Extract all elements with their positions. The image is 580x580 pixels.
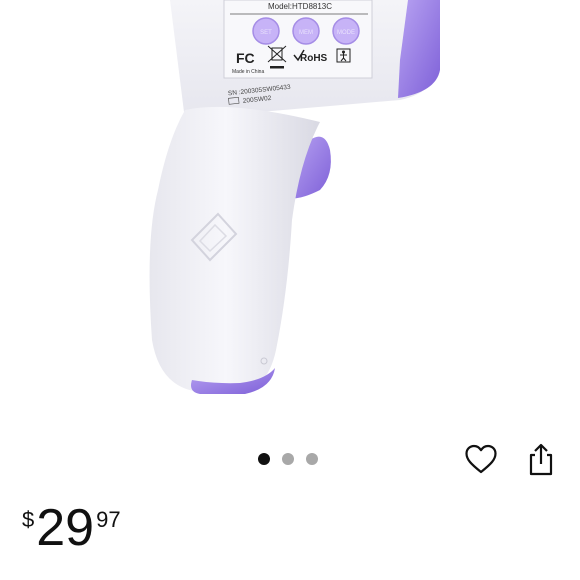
carousel-dot[interactable] bbox=[282, 453, 294, 465]
price: $ 29 97 bbox=[22, 502, 121, 554]
price-whole: 29 bbox=[36, 499, 95, 557]
model-label: Model:HTD8813C bbox=[268, 2, 332, 11]
carousel-dot[interactable] bbox=[306, 453, 318, 465]
share-button[interactable] bbox=[523, 441, 559, 477]
button-label-mem: MEM bbox=[299, 30, 313, 36]
share-icon bbox=[529, 443, 553, 476]
price-fraction: 97 bbox=[96, 507, 121, 532]
made-in-label: Made in China bbox=[232, 69, 264, 75]
fc-mark: FC bbox=[236, 50, 255, 66]
button-label-set: SET bbox=[260, 30, 272, 36]
product-image[interactable]: Model:HTD8813C SET MEM MODE FC Made in C… bbox=[0, 0, 580, 420]
carousel-dot[interactable] bbox=[258, 453, 270, 465]
wishlist-button[interactable] bbox=[463, 441, 499, 477]
button-label-mode: MODE bbox=[337, 30, 355, 36]
heart-icon bbox=[465, 444, 497, 474]
price-currency: $ bbox=[22, 507, 35, 532]
carousel-indicator bbox=[258, 453, 318, 465]
rohs-mark: RoHS bbox=[300, 53, 328, 64]
